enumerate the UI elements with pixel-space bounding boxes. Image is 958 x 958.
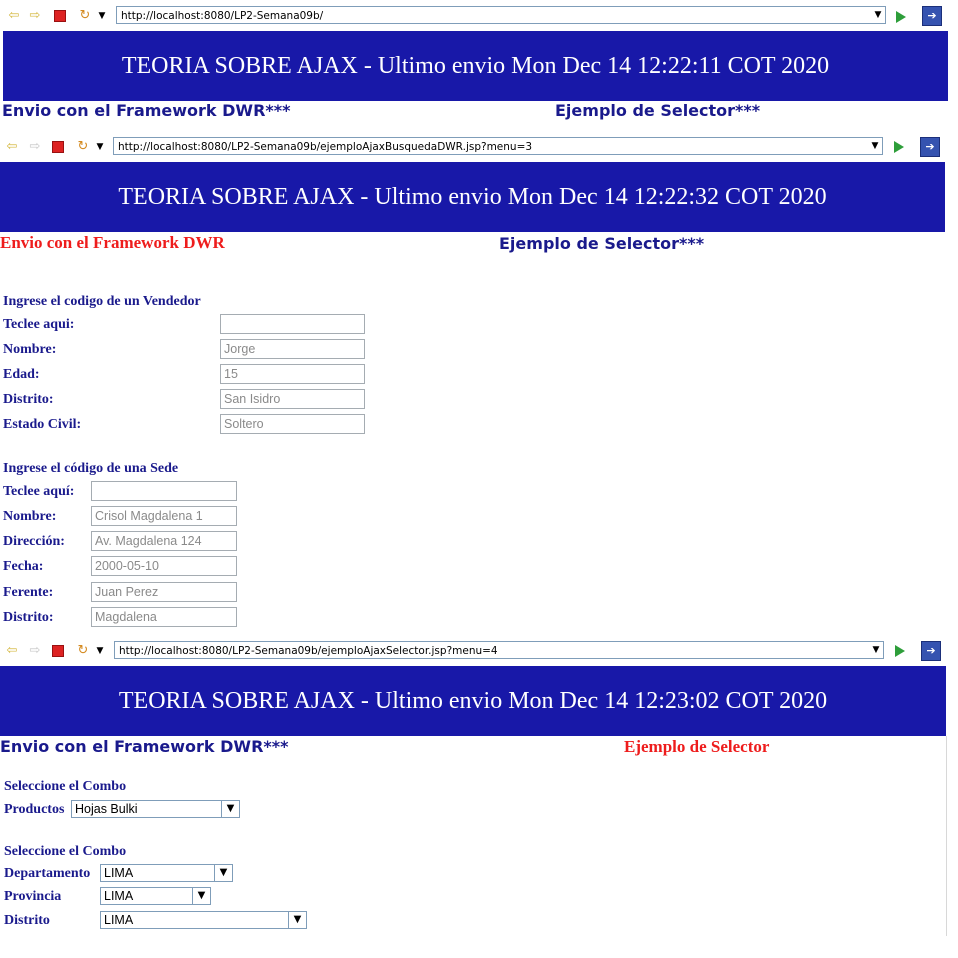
chevron-down-icon[interactable]: ▼ <box>192 888 210 904</box>
url-input[interactable]: http://localhost:8080/LP2-Semana09b/ <box>116 6 886 24</box>
back-arrow-icon[interactable]: ⇦ <box>4 139 20 155</box>
departamento-label: Departamento <box>4 866 91 881</box>
vendedor-label-teclee: Teclee aqui: <box>3 317 75 332</box>
browser-toolbar: ⇦ ⇨ ↻ ▼ http://localhost:8080/LP2-Semana… <box>0 3 948 29</box>
refresh-icon[interactable]: ↻ <box>75 139 91 155</box>
chevron-down-icon[interactable]: ▼ <box>214 865 232 881</box>
page-banner: TEORIA SOBRE AJAX - Ultimo envio Mon Dec… <box>0 666 946 736</box>
url-input[interactable]: http://localhost:8080/LP2-Semana09b/ejem… <box>114 641 884 659</box>
nav-link-selector[interactable]: Ejemplo de Selector*** <box>499 234 704 253</box>
productos-label: Productos <box>4 802 65 817</box>
forward-arrow-icon[interactable]: ⇨ <box>27 8 43 24</box>
go-icon[interactable] <box>894 141 904 153</box>
vendedor-label-estado-civil: Estado Civil: <box>3 417 82 432</box>
sede-label-distrito: Distrito: <box>3 610 54 625</box>
sede-ferente-field[interactable]: Juan Perez <box>91 582 237 602</box>
browser-extension-icon[interactable]: ➔ <box>922 6 942 26</box>
provincia-select[interactable]: LIMA ▼ <box>100 887 211 905</box>
browser-extension-icon[interactable]: ➔ <box>921 641 941 661</box>
sede-fecha-field[interactable]: 2000-05-10 <box>91 556 237 576</box>
vendedor-nombre-field[interactable]: Jorge <box>220 339 365 359</box>
sede-label-ferente: Ferente: <box>3 585 54 600</box>
provincia-label: Provincia <box>4 889 62 904</box>
page-banner: TEORIA SOBRE AJAX - Ultimo envio Mon Dec… <box>3 31 948 101</box>
chevron-down-icon[interactable]: ▼ <box>288 912 306 928</box>
nav-link-dwr[interactable]: Envio con el Framework DWR*** <box>0 737 288 756</box>
go-icon[interactable] <box>895 645 905 657</box>
stop-icon[interactable] <box>50 643 66 659</box>
back-arrow-icon[interactable]: ⇦ <box>6 8 22 24</box>
vendedor-label-nombre: Nombre: <box>3 342 57 357</box>
nav-link-dwr[interactable]: Envio con el Framework DWR*** <box>2 101 290 120</box>
nav-link-selector[interactable]: Ejemplo de Selector <box>624 737 769 757</box>
go-icon[interactable] <box>896 11 906 23</box>
vendedor-distrito-field[interactable]: San Isidro <box>220 389 365 409</box>
provincia-select-value: LIMA <box>104 889 134 903</box>
distrito-select-value: LIMA <box>104 913 134 927</box>
vendedor-label-distrito: Distrito: <box>3 392 54 407</box>
sede-label-direccion: Dirección: <box>3 534 65 549</box>
browser-extension-icon[interactable]: ➔ <box>920 137 940 157</box>
vendedor-label-edad: Edad: <box>3 367 40 382</box>
dropdown-icon[interactable]: ▼ <box>92 139 108 155</box>
refresh-icon[interactable]: ↻ <box>77 8 93 24</box>
refresh-icon[interactable]: ↻ <box>75 643 91 659</box>
vendedor-heading: Ingrese el codigo de un Vendedor <box>3 294 201 309</box>
browser-toolbar: ⇦ ⇨ ↻ ▼ http://localhost:8080/LP2-Semana… <box>0 638 948 664</box>
stop-icon[interactable] <box>52 8 68 24</box>
sede-codigo-input[interactable] <box>91 481 237 501</box>
nav-link-selector[interactable]: Ejemplo de Selector*** <box>555 101 760 120</box>
chevron-down-icon[interactable]: ▼ <box>870 6 886 24</box>
sede-nombre-field[interactable]: Crisol Magdalena 1 <box>91 506 237 526</box>
dropdown-icon[interactable]: ▼ <box>94 8 110 24</box>
vendedor-codigo-input[interactable] <box>220 314 365 334</box>
sede-label-nombre: Nombre: <box>3 509 57 524</box>
combo2-heading: Seleccione el Combo <box>4 844 127 859</box>
departamento-select-value: LIMA <box>104 866 134 880</box>
stop-icon[interactable] <box>50 139 66 155</box>
nav-link-dwr[interactable]: Envio con el Framework DWR <box>0 233 225 253</box>
sede-direccion-field[interactable]: Av. Magdalena 124 <box>91 531 237 551</box>
sede-label-teclee: Teclee aquí: <box>3 484 75 499</box>
sede-distrito-field[interactable]: Magdalena <box>91 607 237 627</box>
vendedor-estado-civil-field[interactable]: Soltero <box>220 414 365 434</box>
chevron-down-icon[interactable]: ▼ <box>221 801 239 817</box>
departamento-select[interactable]: LIMA ▼ <box>100 864 233 882</box>
page-banner: TEORIA SOBRE AJAX - Ultimo envio Mon Dec… <box>0 162 945 232</box>
dropdown-icon[interactable]: ▼ <box>92 643 108 659</box>
back-arrow-icon[interactable]: ⇦ <box>4 643 20 659</box>
url-input[interactable]: http://localhost:8080/LP2-Semana09b/ejem… <box>113 137 883 155</box>
sede-label-fecha: Fecha: <box>3 559 44 574</box>
productos-select-value: Hojas Bulki <box>75 802 138 816</box>
chevron-down-icon[interactable]: ▼ <box>867 137 883 155</box>
forward-arrow-icon[interactable]: ⇨ <box>27 139 43 155</box>
forward-arrow-icon[interactable]: ⇨ <box>27 643 43 659</box>
productos-select[interactable]: Hojas Bulki ▼ <box>71 800 240 818</box>
browser-toolbar: ⇦ ⇨ ↻ ▼ http://localhost:8080/LP2-Semana… <box>0 134 948 160</box>
vendedor-edad-field[interactable]: 15 <box>220 364 365 384</box>
sede-heading: Ingrese el código de una Sede <box>3 461 179 476</box>
distrito-select[interactable]: LIMA ▼ <box>100 911 307 929</box>
distrito-label: Distrito <box>4 913 50 928</box>
combo1-heading: Seleccione el Combo <box>4 779 127 794</box>
chevron-down-icon[interactable]: ▼ <box>868 641 884 659</box>
page-divider <box>946 736 947 936</box>
